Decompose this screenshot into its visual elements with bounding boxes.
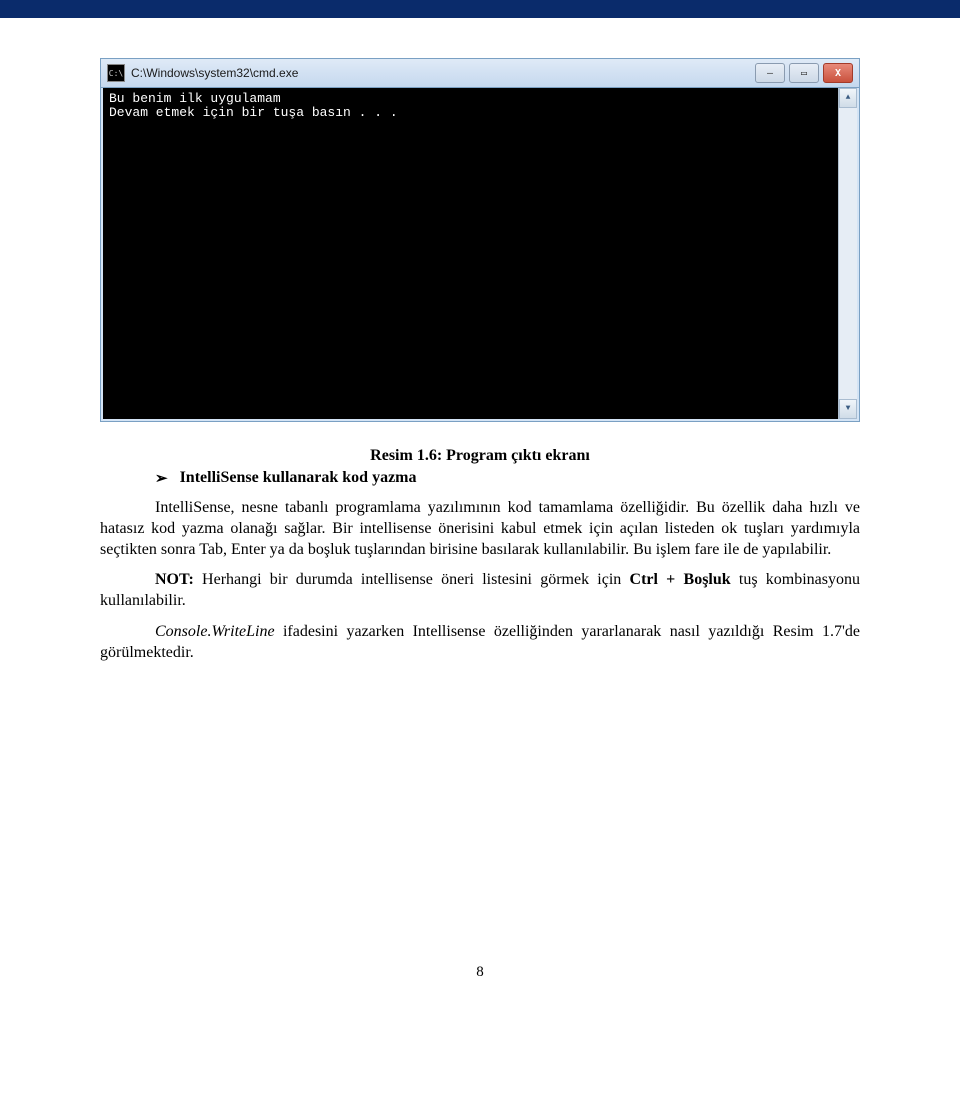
- window-buttons: — ▭ X: [755, 63, 853, 83]
- paragraph-3: Console.WriteLine ifadesini yazarken Int…: [100, 622, 860, 664]
- page-number: 8: [100, 964, 860, 981]
- section-heading-text: IntelliSense kullanarak kod yazma: [180, 469, 417, 487]
- cmd-window: C:\ C:\Windows\system32\cmd.exe — ▭ X Bu…: [100, 58, 860, 422]
- shortcut-label: Ctrl + Boşluk: [630, 571, 731, 588]
- console-text: Bu benim ilk uygulamam Devam etmek için …: [109, 91, 398, 120]
- para2-text-a: Herhangi bir durumda intellisense öneri …: [194, 571, 630, 588]
- page-top-bar: [0, 0, 960, 18]
- page-content: C:\ C:\Windows\system32\cmd.exe — ▭ X Bu…: [0, 18, 960, 1021]
- scroll-track[interactable]: [839, 108, 857, 399]
- cmd-icon: C:\: [107, 64, 125, 82]
- scrollbar[interactable]: ▲ ▼: [838, 88, 857, 419]
- bullet-arrow-icon: ➢: [155, 469, 168, 488]
- window-titlebar: C:\ C:\Windows\system32\cmd.exe — ▭ X: [101, 59, 859, 88]
- scroll-up-button[interactable]: ▲: [839, 88, 857, 108]
- close-button[interactable]: X: [823, 63, 853, 83]
- code-identifier: Console.WriteLine: [155, 623, 275, 640]
- maximize-button[interactable]: ▭: [789, 63, 819, 83]
- minimize-button[interactable]: —: [755, 63, 785, 83]
- note-label: NOT:: [155, 571, 194, 588]
- window-title: C:\Windows\system32\cmd.exe: [131, 66, 755, 80]
- section-heading: ➢ IntelliSense kullanarak kod yazma: [155, 469, 860, 488]
- cmd-icon-label: C:\: [109, 69, 123, 78]
- figure-caption: Resim 1.6: Program çıktı ekranı: [100, 447, 860, 465]
- scroll-down-button[interactable]: ▼: [839, 399, 857, 419]
- console-output: Bu benim ilk uygulamam Devam etmek için …: [101, 88, 859, 421]
- paragraph-1: IntelliSense, nesne tabanlı programlama …: [100, 498, 860, 560]
- paragraph-2: NOT: Herhangi bir durumda intellisense ö…: [100, 570, 860, 612]
